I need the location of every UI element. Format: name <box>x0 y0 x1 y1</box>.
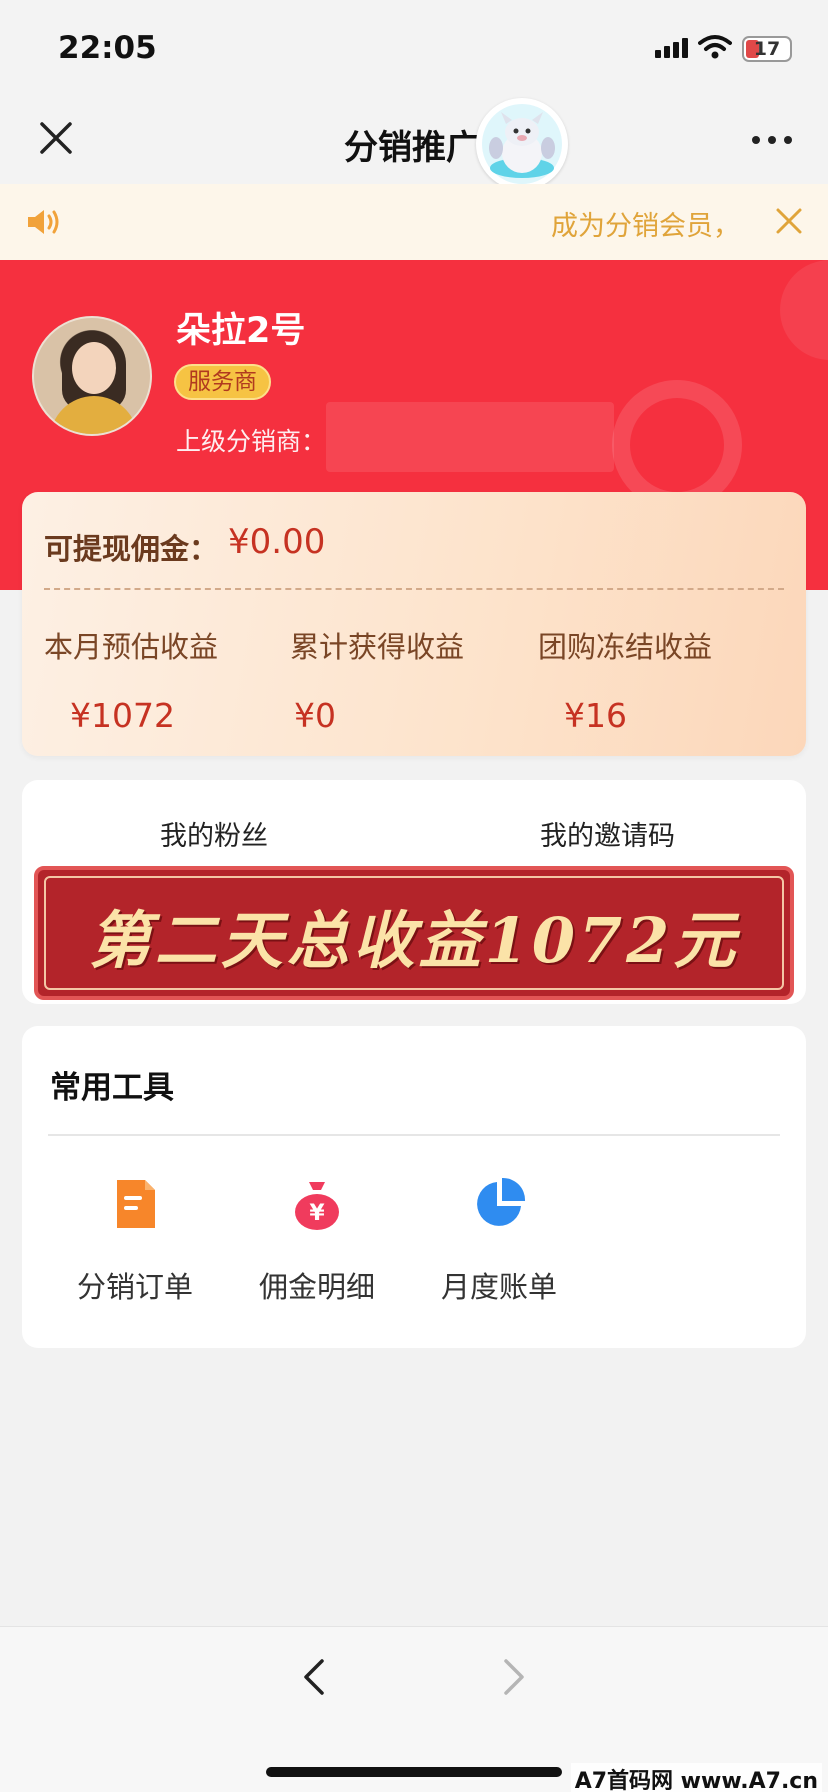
document-icon <box>117 1180 155 1228</box>
tools-card: 常用工具 分销订单 ¥ 佣金明细 月度账单 <box>22 1026 806 1348</box>
header-decoration <box>612 380 742 510</box>
battery-icon: 17 <box>742 36 792 62</box>
earning-label: 本月预估收益 <box>44 630 219 664</box>
tool-commission-details[interactable]: ¥ 佣金明细 <box>232 1176 402 1306</box>
role-badge: 服务商 <box>174 364 271 400</box>
superior-value-redacted <box>326 402 614 472</box>
nav-bar: 分销推广 <box>0 96 828 190</box>
battery-level: 17 <box>753 38 781 60</box>
more-icon[interactable] <box>752 136 792 146</box>
bottom-bar: A7首码网 www.A7.cn <box>0 1626 828 1792</box>
tool-label: 分销订单 <box>76 1270 193 1304</box>
earning-value: ¥1072 <box>70 696 175 735</box>
earning-item-frozen[interactable]: 团购冻结收益 ¥16 <box>538 624 778 735</box>
svg-text:¥: ¥ <box>309 1201 325 1226</box>
earning-item-total[interactable]: 累计获得收益 ¥0 <box>290 624 530 735</box>
divider <box>44 588 784 590</box>
tool-label: 月度账单 <box>440 1270 557 1304</box>
notice-bar: 成为分销会员， <box>0 184 828 260</box>
withdrawable-value[interactable]: ¥0.00 <box>228 522 325 562</box>
mascot-icon <box>476 98 568 190</box>
signal-icon <box>655 38 689 58</box>
close-icon[interactable] <box>36 118 76 158</box>
earning-label: 团购冻结收益 <box>538 630 713 664</box>
divider <box>48 1134 780 1136</box>
forward-arrow-icon[interactable] <box>500 1655 530 1699</box>
avatar[interactable] <box>32 316 152 436</box>
earning-item-monthly[interactable]: 本月预估收益 ¥1072 <box>44 624 284 735</box>
status-time: 22:05 <box>58 30 157 66</box>
wifi-icon <box>698 35 732 59</box>
tab-my-fans[interactable]: 我的粉丝 <box>160 814 268 853</box>
tool-label: 佣金明细 <box>258 1270 375 1304</box>
watermark: A7首码网 www.A7.cn <box>570 1763 822 1792</box>
pie-chart-icon <box>477 1177 526 1226</box>
speaker-icon <box>28 210 59 234</box>
tool-distribution-orders[interactable]: 分销订单 <box>50 1176 220 1306</box>
tool-monthly-bill[interactable]: 月度账单 <box>414 1176 584 1306</box>
notice-text[interactable]: 成为分销会员， <box>551 204 740 243</box>
status-bar: 22:05 17 <box>0 0 828 96</box>
back-arrow-icon[interactable] <box>298 1655 328 1699</box>
page-title: 分销推广 <box>344 128 480 168</box>
home-indicator[interactable] <box>266 1767 562 1777</box>
user-name: 朵拉2号 <box>176 311 306 351</box>
earning-value: ¥0 <box>294 696 336 735</box>
header-decoration <box>780 260 828 360</box>
earnings-card: 可提现佣金： ¥0.00 本月预估收益 ¥1072 累计获得收益 ¥0 团购冻结… <box>22 492 806 756</box>
promo-banner: 第二天总收益1072元 <box>34 866 794 1000</box>
close-notice-icon[interactable] <box>772 204 806 238</box>
money-bag-icon: ¥ <box>295 1182 339 1230</box>
tools-title: 常用工具 <box>50 1070 174 1106</box>
tab-invite-code[interactable]: 我的邀请码 <box>540 814 675 853</box>
fans-card: 我的粉丝 我的邀请码 第二天总收益1072元 <box>22 780 806 1004</box>
withdrawable-label: 可提现佣金： <box>44 532 219 566</box>
promo-text: 第二天总收益1072元 <box>88 904 740 977</box>
superior-label: 上级分销商： <box>176 427 327 456</box>
earning-label: 累计获得收益 <box>290 630 465 664</box>
earning-value: ¥16 <box>564 696 627 735</box>
